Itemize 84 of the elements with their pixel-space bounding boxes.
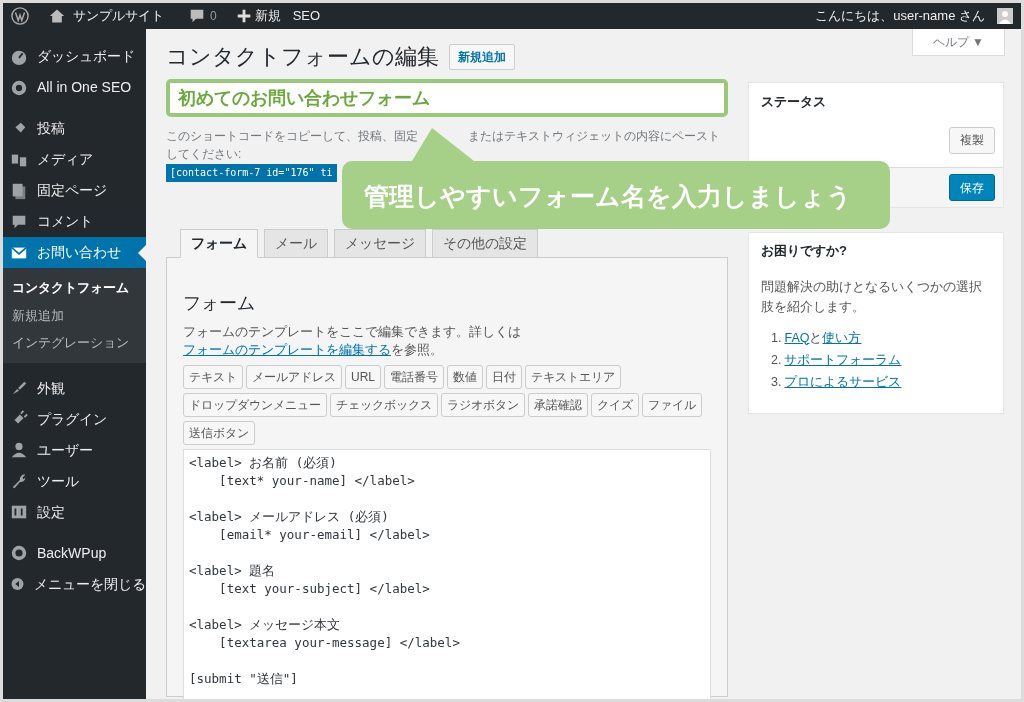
list-number: 1. (771, 329, 782, 347)
code-line: <label> お名前 (必須) (189, 454, 338, 472)
tag-button[interactable]: テキストエリア (525, 365, 621, 389)
code-line: [submit "送信"] (189, 670, 299, 688)
person-icon (10, 441, 28, 459)
tag-button[interactable]: ドロップダウンメニュー (183, 393, 327, 417)
list-number: 2. (771, 351, 782, 369)
tab[interactable]: その他の設定 (432, 229, 538, 258)
tag-button[interactable]: 送信ボタン (183, 421, 255, 445)
collapse-icon (10, 575, 25, 593)
tag-button[interactable]: URL (345, 365, 381, 389)
sidebar-item[interactable]: BackWPup (3, 537, 146, 569)
tag-button[interactable]: クイズ (591, 393, 639, 417)
note-text: してください: (166, 146, 243, 163)
code-line: <label> 題名 (189, 562, 277, 580)
code-editor[interactable]: <label> お名前 (必須) [text* your-name] </label> <label> メールアドレス (必須) [email* your-email] </label> <label> 題名 [text your-subject] </label> <label> メッセージ本文 [textarea your-message] </label> [submit "送信"] (183, 449, 711, 699)
tag-button[interactable]: 数値 (447, 365, 483, 389)
code-line: [textarea your-message] </label> (218, 634, 461, 652)
greeting-link[interactable]: こんにちは、user-name さん (815, 6, 985, 26)
list-text: と (809, 329, 823, 347)
tag-button[interactable]: ファイル (642, 393, 702, 417)
panel-description: フォームのテンプレートをここで編集できます。詳しくは フォームのテンプレートを編集するを参照。 (183, 324, 522, 359)
home-icon[interactable] (49, 8, 65, 24)
tag-button[interactable]: メールアドレス (246, 365, 342, 389)
tag-button[interactable]: 電話番号 (384, 365, 444, 389)
wordpress-logo-icon[interactable] (11, 7, 29, 25)
sidebar-item[interactable]: ユーザー (3, 434, 146, 466)
sliders-icon (10, 503, 28, 521)
tab[interactable]: メッセージ (334, 229, 426, 258)
tab[interactable]: フォーム (180, 229, 258, 258)
wrench-icon (10, 472, 28, 490)
comment-count[interactable]: 0 (210, 7, 217, 25)
tag-button[interactable]: チェックボックス (330, 393, 438, 417)
sidebar-item[interactable]: メニューを閉じる (3, 568, 146, 600)
code-line: [text your-subject] </label> (218, 580, 431, 598)
code-line: <label> メールアドレス (必須) (189, 508, 390, 526)
help-link[interactable]: サポートフォーラム (784, 348, 902, 371)
sidebar-item[interactable]: 外観 (3, 372, 146, 404)
help-button[interactable]: ヘルプ ▼ (911, 29, 1005, 56)
help-link[interactable]: プロによるサービス (784, 370, 902, 393)
ring-icon (10, 544, 28, 562)
submenu-item[interactable]: インテグレーション (3, 329, 146, 357)
tag-button[interactable]: ラジオボタン (441, 393, 525, 417)
sidebar-item[interactable]: コメント (3, 206, 146, 237)
help-link[interactable]: 使い方 (822, 326, 862, 349)
site-name-link[interactable]: サンプルサイト (73, 6, 164, 26)
tag-button[interactable]: 承諾確認 (528, 393, 588, 417)
tag-button[interactable]: テキスト (183, 365, 243, 389)
code-line: [text* your-name] </label> (218, 472, 416, 490)
sidebar-item[interactable]: 固定ページ (3, 175, 146, 206)
note-text: またはテキストウィジェットの内容にペースト (468, 128, 720, 145)
panel-heading: フォーム (183, 292, 256, 315)
sidebar-item[interactable]: All in One SEO (3, 72, 146, 103)
save-button[interactable]: 保存 (949, 174, 995, 201)
callout-text: 管理しやすいフォーム名を入力しましょう (364, 181, 852, 212)
list-number: 3. (771, 373, 782, 391)
page-title: コンタクトフォームの編集 (166, 43, 439, 71)
code-line: <label> メッセージ本文 (189, 616, 342, 634)
help-link[interactable]: FAQ (784, 326, 810, 349)
brush-icon (10, 379, 28, 397)
submenu-item[interactable]: コンタクトフォーム (3, 274, 146, 302)
box-title: お困りですか? (761, 242, 848, 260)
seo-link[interactable]: SEO (292, 6, 321, 26)
duplicate-button[interactable]: 複製 (949, 126, 995, 154)
sidebar-item[interactable]: メディア (3, 144, 146, 175)
add-new-button[interactable]: 新規追加 (449, 43, 515, 70)
sidebar-item[interactable]: 設定 (3, 496, 146, 528)
new-link[interactable]: 新規 (254, 6, 281, 26)
tab[interactable]: メール (264, 229, 328, 258)
note-text: このショートコードをコピーして、投稿、固定 (166, 128, 418, 145)
submenu-item[interactable]: 新規追加 (3, 301, 146, 329)
sidebar-item[interactable]: お問い合わせ (3, 237, 146, 268)
tag-button[interactable]: 日付 (486, 365, 522, 389)
sidebar-item[interactable]: ダッシュボード (3, 41, 146, 72)
help-text: 問題解決の助けとなるいくつかの選択肢を紹介します。 (761, 278, 983, 316)
box-title: ステータス (760, 93, 827, 111)
plus-icon[interactable] (236, 9, 251, 23)
code-line: [email* your-email] </label> (218, 526, 431, 544)
template-link[interactable]: フォームのテンプレートを編集する (183, 343, 391, 357)
sidebar-item[interactable]: 投稿 (3, 113, 146, 144)
sidebar-item[interactable]: ツール (3, 465, 146, 497)
sidebar-item[interactable]: プラグイン (3, 403, 146, 435)
pages-icon (10, 181, 28, 200)
shortcode-field[interactable]: [contact-form-7 id="176" ti (166, 164, 337, 182)
